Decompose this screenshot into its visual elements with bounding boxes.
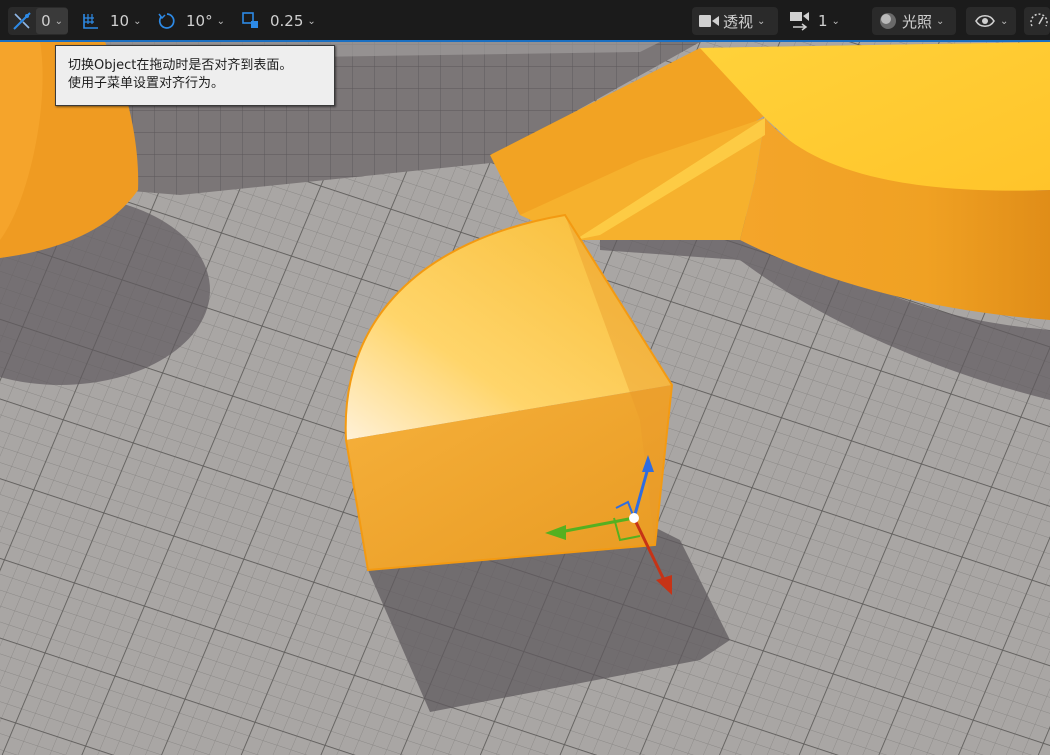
scale-snap-value: 0.25 xyxy=(270,12,304,30)
surface-snap-icon xyxy=(8,7,36,35)
view-mode-label: 透视 xyxy=(723,12,754,31)
eye-icon xyxy=(974,14,996,28)
gauge-icon xyxy=(1029,12,1049,30)
view-lighting-button[interactable]: 光照 ⌄ xyxy=(872,7,956,35)
rotation-snap-icon xyxy=(156,11,178,31)
view-mode-button[interactable]: 透视 ⌄ xyxy=(692,7,778,35)
lighting-sphere-icon xyxy=(877,12,899,30)
performance-button[interactable] xyxy=(1024,7,1050,35)
level-viewport[interactable] xyxy=(0,0,1050,755)
chevron-down-icon[interactable]: ⌄ xyxy=(307,16,315,27)
gizmo-center[interactable] xyxy=(629,513,639,523)
grid-snap-button[interactable]: 10 ⌄ xyxy=(80,7,145,35)
chevron-down-icon[interactable]: ⌄ xyxy=(217,16,225,27)
camera-speed-value: 1 xyxy=(818,12,828,30)
rotation-snap-value: 10° xyxy=(186,12,213,30)
surface-snap-button[interactable]: 0 ⌄ xyxy=(8,7,68,35)
chevron-down-icon[interactable]: ⌄ xyxy=(1000,16,1008,27)
camera-speed-icon xyxy=(788,11,812,31)
camera-speed-button[interactable]: 1 ⌄ xyxy=(788,7,843,35)
tooltip-line-2: 使用子菜单设置对齐行为。 xyxy=(68,76,225,91)
show-flags-button[interactable]: ⌄ xyxy=(966,7,1016,35)
camera-icon xyxy=(698,14,720,28)
view-lighting-label: 光照 xyxy=(902,12,933,31)
chevron-down-icon[interactable]: ⌄ xyxy=(133,16,141,27)
viewport-toolbar: 0 ⌄ 10 ⌄ 10° ⌄ 0.25 ⌄ 透视 ⌄ 1 ⌄ 光照 ⌄ ⌄ xyxy=(0,0,1050,42)
tooltip-line-1: 切换Object在拖动时是否对齐到表面。 xyxy=(68,58,293,73)
scale-snap-button[interactable]: 0.25 ⌄ xyxy=(240,7,325,35)
chevron-down-icon[interactable]: ⌄ xyxy=(55,16,63,27)
grid-snap-icon xyxy=(80,12,102,30)
scale-snap-icon xyxy=(240,11,262,31)
surface-snap-tooltip: 切换Object在拖动时是否对齐到表面。 使用子菜单设置对齐行为。 xyxy=(55,45,335,106)
surface-snap-value: 0 xyxy=(41,12,51,30)
chevron-down-icon[interactable]: ⌄ xyxy=(832,16,840,27)
chevron-down-icon[interactable]: ⌄ xyxy=(757,16,765,27)
grid-snap-value: 10 xyxy=(110,12,130,30)
rotation-snap-button[interactable]: 10° ⌄ xyxy=(156,7,231,35)
chevron-down-icon[interactable]: ⌄ xyxy=(936,16,944,27)
